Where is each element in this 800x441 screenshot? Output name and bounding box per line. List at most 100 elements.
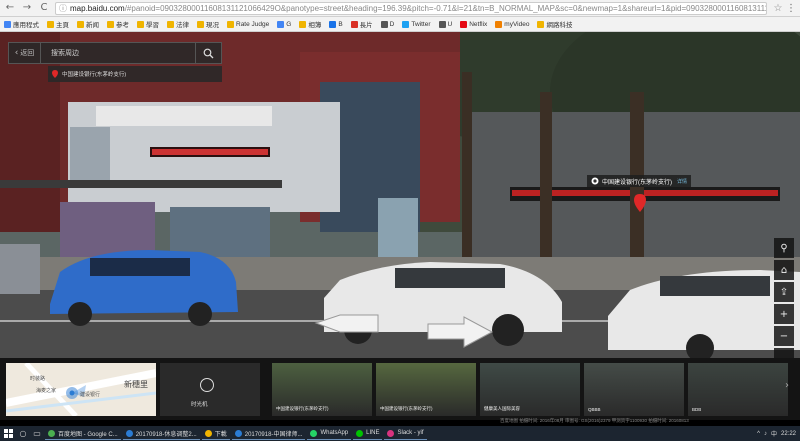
photo-filmstrip: 时装路 海麦之家 建设银行 新穗里 时光机 中国建设银行(东茅岭支行) 中国建设银…: [0, 358, 800, 420]
bookmark-label: G: [286, 20, 292, 28]
location-suggestion[interactable]: 中国建设银行(东茅岭支行): [48, 66, 222, 82]
bookmark-icon: [197, 20, 204, 28]
bookmark-icon: [350, 20, 358, 28]
app-icon: [356, 429, 364, 437]
bookmark-label: 主頁: [56, 22, 69, 29]
bookmark-item[interactable]: 現况: [193, 18, 223, 31]
minimap-label: 海麦之家: [36, 388, 57, 394]
forward-icon[interactable]: →: [20, 1, 34, 15]
tray-overflow-icon[interactable]: ^: [757, 431, 760, 437]
back-icon[interactable]: ←: [3, 1, 17, 15]
bookmark-label: 新闻: [86, 22, 99, 29]
bookmark-item[interactable]: 相簿: [295, 18, 325, 31]
bookmark-item[interactable]: Netflix: [456, 18, 491, 31]
url-path: /#panoid=09032800011608131121066429O&pan…: [124, 3, 767, 13]
taskbar-item[interactable]: 20170918-休息调整2...: [122, 427, 200, 440]
volume-icon[interactable]: ♪: [764, 431, 767, 437]
bookmark-label: 學習: [146, 22, 159, 29]
thumbnail-label: 中国建设银行(东茅岭支行): [380, 406, 433, 411]
taskbar-item[interactable]: 下載: [201, 427, 230, 440]
url-field[interactable]: ⓘ map.baidu.com /#panoid=090328000116081…: [55, 1, 767, 15]
info-icon[interactable]: ⓘ: [59, 3, 67, 14]
app-icon: [204, 429, 212, 437]
windows-icon: [3, 429, 13, 438]
ime-icon[interactable]: 中: [771, 429, 777, 438]
taskbar-item[interactable]: Slack - yif: [384, 427, 427, 440]
poi-detail-link[interactable]: 详情: [677, 178, 687, 185]
thumbnail-label: 健康美人国际美容: [484, 406, 520, 411]
taskbar-item[interactable]: LINE: [353, 427, 383, 440]
reload-icon[interactable]: C: [37, 1, 51, 15]
poi-name: 中国建设银行(东茅岭支行): [602, 179, 672, 186]
search-tool-button[interactable]: ⚲: [774, 238, 794, 258]
bookmark-label: 参考: [116, 22, 129, 29]
photo-thumbnail[interactable]: 中国建设银行(东茅岭支行): [272, 363, 372, 416]
photo-thumbnail[interactable]: 健康美人国际美容: [480, 363, 580, 416]
time-machine-label: 时光机: [191, 402, 208, 408]
bookmark-label: D: [389, 20, 395, 28]
thumbnail-label: QBBB: [588, 407, 601, 412]
zoom-out-button[interactable]: −: [774, 326, 794, 346]
bookmark-item[interactable]: D: [377, 18, 399, 31]
bookmark-icon: [107, 20, 114, 28]
search-back-button[interactable]: ‹ 返回: [9, 43, 41, 63]
bookmark-icon: [227, 20, 234, 28]
search-input[interactable]: [41, 43, 195, 63]
bookmark-item[interactable]: 網路科技: [533, 18, 576, 31]
search-icon[interactable]: ○: [16, 426, 30, 441]
bookmark-item[interactable]: 應用程式: [0, 18, 43, 31]
bookmark-item[interactable]: 主頁: [43, 18, 73, 31]
taskbar-item[interactable]: 20170918-中国律师...: [231, 427, 306, 440]
bookmark-item[interactable]: 法律: [163, 18, 193, 31]
bookmark-item[interactable]: G: [273, 18, 295, 31]
minimap-label: 时装路: [30, 376, 46, 382]
street-view-panorama[interactable]: ‹ 返回 中国建设银行(东茅岭支行) 中国建设银行(东茅岭支行): [0, 32, 800, 358]
taskbar-item-label: 20170918-中国律师...: [244, 431, 303, 438]
app-icon: [234, 429, 242, 437]
bookmark-item[interactable]: U: [435, 18, 457, 31]
start-button[interactable]: [0, 426, 16, 441]
bookmark-item[interactable]: 参考: [103, 18, 133, 31]
share-tool-button[interactable]: ⇪: [774, 282, 794, 302]
photo-thumbnail[interactable]: QBBB: [584, 363, 684, 416]
bookmark-icon: [77, 20, 84, 28]
taskbar-item-label: 百度地图 - Google C...: [58, 431, 118, 438]
app-icon: [48, 429, 55, 437]
search-button[interactable]: [195, 43, 221, 63]
photo-thumbnail[interactable]: 中国建设银行(东茅岭支行): [376, 363, 476, 416]
bookmark-star-icon[interactable]: ☆: [771, 3, 785, 14]
bookmark-item[interactable]: 長片: [347, 18, 377, 31]
bookmark-label: Netflix: [469, 20, 488, 28]
minimap[interactable]: 时装路 海麦之家 建设银行 新穗里: [6, 363, 156, 416]
home-tool-button[interactable]: ⌂: [774, 260, 794, 280]
bookmark-item[interactable]: Rate Judge: [223, 18, 273, 31]
bookmark-item[interactable]: myVideo: [491, 18, 533, 31]
browser-menu-icon[interactable]: ⋮: [785, 3, 797, 14]
bookmark-item[interactable]: Twitter: [398, 18, 434, 31]
chevron-left-icon: ‹: [14, 48, 19, 58]
zoom-in-button[interactable]: +: [774, 304, 794, 324]
clock-icon: [200, 378, 214, 392]
taskbar-item[interactable]: 百度地图 - Google C...: [45, 427, 121, 440]
minimap-label: 新穗里: [124, 380, 148, 389]
collapse-button[interactable]: ⌄: [774, 348, 794, 358]
photo-thumbnail[interactable]: BDB: [688, 363, 788, 416]
system-tray: ^ ♪ 中 22:22: [753, 429, 800, 439]
bookmark-label: 現况: [206, 22, 219, 29]
taskbar-item-label: Slack - yif: [397, 430, 424, 436]
taskbar-item[interactable]: WhatsApp: [307, 427, 352, 440]
bookmark-icon: [4, 20, 11, 28]
bookmark-item[interactable]: 新闻: [73, 18, 103, 31]
minimap-label: 建设银行: [80, 392, 101, 398]
thumbnail-label: 中国建设银行(东茅岭支行): [276, 406, 329, 411]
task-view-icon[interactable]: ▭: [30, 426, 44, 441]
bookmark-item[interactable]: B: [325, 18, 346, 31]
poi-label[interactable]: 中国建设银行(东茅岭支行) 详情: [587, 175, 692, 187]
chevron-right-icon[interactable]: ›: [785, 380, 789, 391]
bookmark-icon: [438, 20, 446, 28]
bookmark-label: U: [447, 20, 453, 28]
bookmark-label: B: [338, 20, 343, 28]
bookmark-label: 網路科技: [546, 22, 573, 29]
clock-time[interactable]: 22:22: [781, 431, 796, 437]
bookmark-item[interactable]: 學習: [133, 18, 163, 31]
